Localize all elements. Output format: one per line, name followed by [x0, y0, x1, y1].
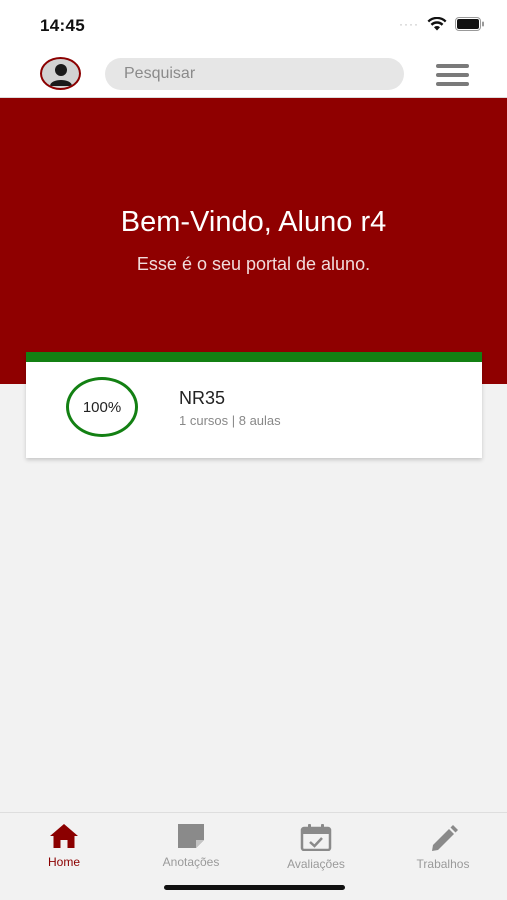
menu-icon[interactable] — [436, 64, 469, 86]
hero-banner: Bem-Vindo, Aluno r4 Esse é o seu portal … — [0, 98, 507, 384]
top-bar — [0, 48, 507, 98]
progress-stripe — [26, 352, 482, 362]
tab-trabalhos[interactable]: Trabalhos — [398, 823, 488, 883]
note-icon — [178, 824, 204, 848]
tab-avaliacoes-label: Avaliações — [287, 857, 345, 871]
progress-ring: 100% — [66, 377, 138, 437]
tab-avaliacoes[interactable]: Avaliações — [271, 823, 361, 883]
user-icon — [49, 63, 72, 86]
avatar[interactable] — [40, 57, 81, 90]
status-bar: 14:45 ···· — [0, 0, 507, 48]
course-card[interactable]: 100% NR35 1 cursos | 8 aulas — [26, 352, 482, 458]
search-input[interactable] — [105, 58, 404, 90]
home-indicator — [164, 885, 345, 890]
status-time: 14:45 — [40, 16, 85, 35]
wifi-icon — [427, 17, 447, 31]
tab-anotacoes-label: Anotações — [162, 855, 220, 869]
course-meta: 1 cursos | 8 aulas — [179, 413, 281, 428]
tab-anotacoes[interactable]: Anotações — [146, 823, 236, 883]
welcome-title: Bem-Vindo, Aluno r4 — [120, 206, 387, 238]
course-title: NR35 — [179, 388, 226, 408]
welcome-subtitle: Esse é o seu portal de aluno. — [136, 254, 371, 274]
tab-home-label: Home — [47, 855, 80, 869]
battery-icon — [455, 17, 484, 31]
pencil-icon — [432, 825, 458, 851]
signal-icon: ···· — [399, 17, 419, 31]
home-icon — [50, 824, 78, 848]
status-icons: ···· — [399, 17, 485, 31]
calendar-check-icon — [300, 824, 332, 851]
tab-trabalhos-label: Trabalhos — [416, 857, 470, 871]
tab-home[interactable]: Home — [19, 823, 109, 883]
